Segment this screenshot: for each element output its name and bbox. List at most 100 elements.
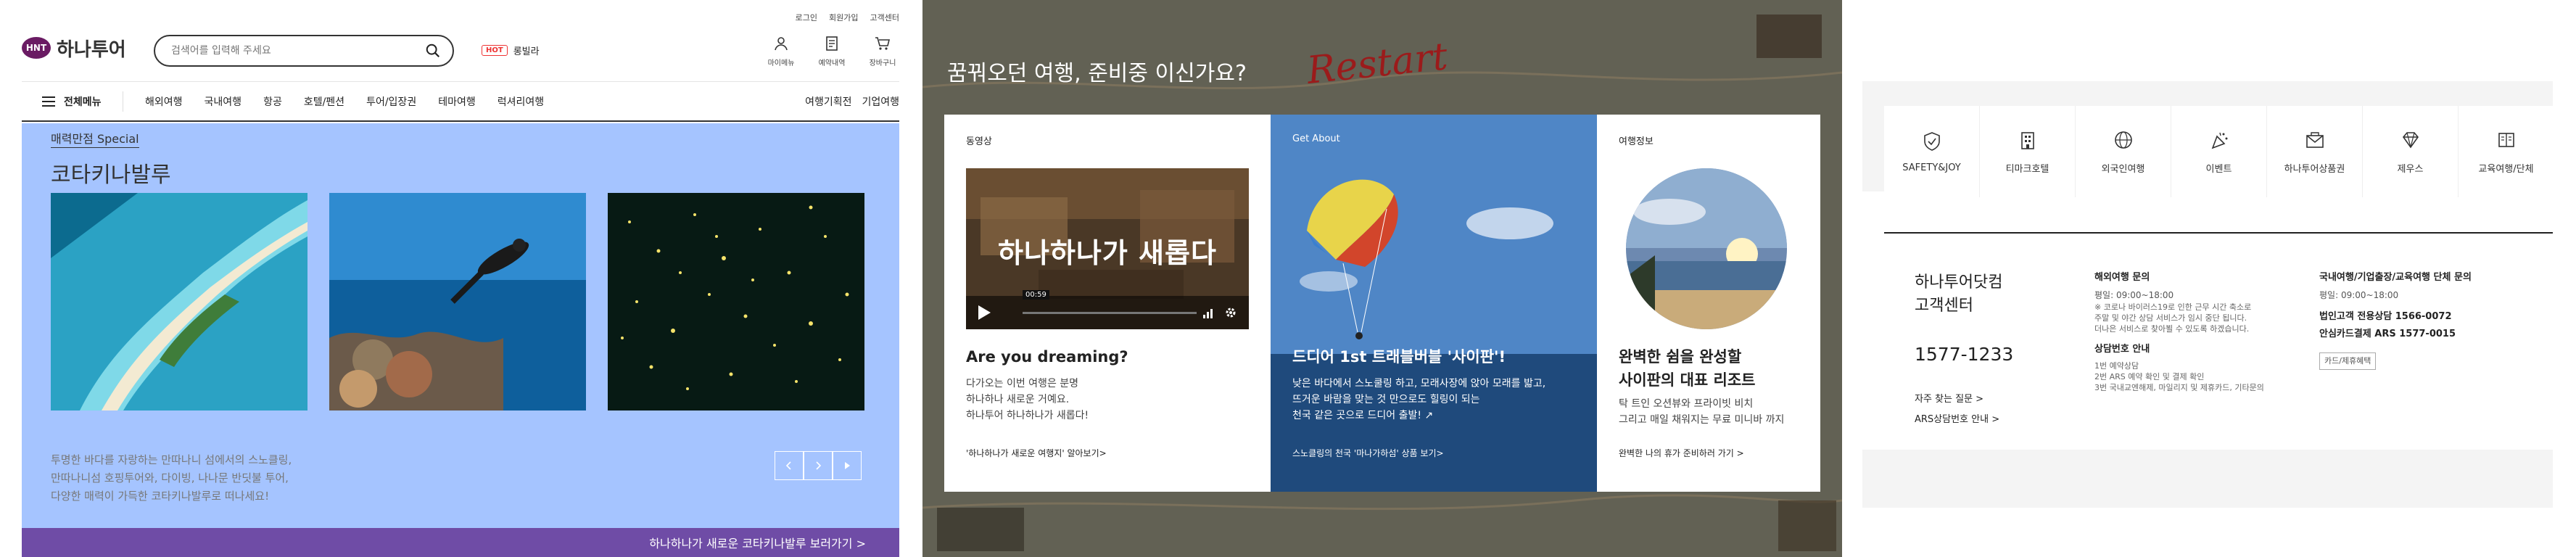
service-safety-joy[interactable]: SAFETY&JOY — [1884, 106, 1980, 197]
hot-link[interactable]: HOT 롱빌라 — [482, 44, 540, 57]
nav-luxury[interactable]: 럭셔리여행 — [498, 94, 544, 109]
customer-center: 하나투어닷컴 고객센터 1577-1233 자주 찾는 질문 > ARS상담번호… — [1915, 271, 2013, 430]
card-link[interactable]: '하나하나가 새로운 여행지' 알아보기> — [966, 447, 1107, 459]
card-payment-line: 안심카드결제 ARS 1577-0015 — [2319, 329, 2456, 339]
cs-title-line: 하나투어닷컴 — [1915, 273, 2003, 292]
ars-link[interactable]: ARS상담번호 안내 > — [1915, 410, 2013, 430]
utility-links: 로그인 회원가입 고객센터 — [796, 12, 899, 23]
service-event[interactable]: 이벤트 — [2171, 106, 2267, 197]
video-card[interactable]: 동영상 하나하나가 새롭다 00:59 Are you dreaming? 다가 — [944, 115, 1271, 492]
resort-card[interactable]: 여행정보 완벽한 쉼을 완성할 사이판의 대표 리조트 탁 트인 오션뷰와 프라… — [1597, 115, 1820, 492]
card-desc-line: 하나하나 새로운 거예요. — [966, 394, 1070, 405]
customer-center-link[interactable]: 고객센터 — [870, 12, 899, 23]
consult-line: 1번 예약상담 — [2094, 361, 2139, 371]
play-icon[interactable] — [976, 304, 992, 321]
chevron-left-icon — [785, 461, 791, 470]
site-logo[interactable]: HNT 하나투어 — [22, 33, 126, 62]
card-title: 완벽한 쉼을 완성할 사이판의 대표 리조트 — [1619, 345, 1756, 392]
reservations-button[interactable]: 예약내역 — [815, 35, 849, 67]
envelope-icon — [2305, 131, 2324, 148]
nav-corporate[interactable]: 기업여행 — [862, 94, 899, 109]
cart-button[interactable]: 장바구니 — [866, 35, 899, 67]
my-menu-button[interactable]: 마이메뉴 — [764, 35, 798, 67]
video-title: 하나하나가 새롭다 — [998, 237, 1217, 269]
user-icon — [775, 37, 788, 51]
nav-tour[interactable]: 투어/입장권 — [366, 94, 416, 109]
footer-panel: SAFETY&JOY 티마크호텔 외국인여행 이벤트 하나투어상품권 제우스 교… — [1862, 0, 2553, 557]
promo-desc-line: 만따나니섬 호핑투어와, 다이빙, 나나문 반딧불 투어, — [51, 471, 289, 484]
video-player[interactable]: 하나하나가 새롭다 00:59 — [966, 168, 1249, 329]
card-desc-line: 천국 같은 곳으로 드디어 출발! ↗ — [1292, 410, 1434, 421]
domestic-hours: 평일: 09:00~18:00 — [2319, 290, 2399, 300]
card-link[interactable]: 완벽한 나의 휴가 준비하러 가기 > — [1619, 447, 1744, 459]
corporate-line: 법인고객 전용상담 1566-0072 — [2319, 311, 2452, 322]
cart-icon — [875, 37, 891, 50]
nav-overseas[interactable]: 해외여행 — [145, 94, 183, 109]
nav-hotel[interactable]: 호텔/펜션 — [304, 94, 344, 109]
feature-heading: 꿈꿔오던 여행, 준비중 이신가요? — [947, 61, 1247, 86]
my-menu-label: 마이메뉴 — [767, 59, 795, 67]
footer-bottom-band — [1862, 450, 2553, 508]
parasail-photo — [1271, 115, 1597, 492]
book-icon — [2498, 132, 2514, 147]
card-desc-line: 탁 트인 오션뷰와 프라이빗 비치 — [1619, 398, 1754, 410]
card-description: 탁 트인 오션뷰와 프라이빗 비치 그리고 매일 채워지는 무료 미니바 까지 — [1619, 396, 1784, 428]
quick-icons: 마이메뉴 예약내역 장바구니 — [764, 35, 899, 67]
all-menu-button[interactable]: 전체메뉴 — [22, 91, 123, 112]
card-description: 낮은 바다에서 스노쿨링 하고, 모래사장에 앉아 모래를 밟고, 뜨거운 바람… — [1292, 376, 1545, 424]
signup-link[interactable]: 회원가입 — [829, 12, 858, 23]
volume-icon[interactable] — [1202, 306, 1215, 319]
promo-cta-bar[interactable]: 하나하나가 새로운 코타키나발루 보러가기 > — [22, 528, 899, 557]
customer-center-links: 자주 찾는 질문 > ARS상담번호 안내 > — [1915, 389, 2013, 430]
nav-theme[interactable]: 테마여행 — [438, 94, 476, 109]
globe-icon — [2114, 131, 2132, 149]
domestic-inquiry: 국내여행/기업출장/교육여행 단체 문의 평일: 09:00~18:00 법인고… — [2319, 271, 2472, 370]
gear-icon[interactable] — [1224, 306, 1237, 319]
document-icon — [826, 36, 838, 51]
login-link[interactable]: 로그인 — [796, 12, 817, 23]
card-link[interactable]: 스노클링의 천국 '마나가하섬' 상품 보기> — [1292, 447, 1444, 459]
service-gift-card[interactable]: 하나투어상품권 — [2267, 106, 2363, 197]
card-title-line: 사이판의 대표 리조트 — [1619, 371, 1756, 389]
hamburger-icon — [42, 96, 55, 107]
consult-lines: 1번 예약상담 2번 ARS 예약 확인 및 결제 확인 3번 국내교엔해제, … — [2094, 360, 2264, 393]
nav-flight[interactable]: 항공 — [263, 94, 282, 109]
diamond-icon — [2402, 131, 2419, 148]
search-input[interactable] — [171, 45, 416, 57]
service-tmark-hotel[interactable]: 티마크호텔 — [1980, 106, 2076, 197]
faq-link[interactable]: 자주 찾는 질문 > — [1915, 389, 2013, 410]
saipan-card[interactable]: Get About 드디어 1st 트래블버블 '사이판'! 낮은 바다에서 스… — [1271, 115, 1597, 492]
chevron-right-icon — [816, 461, 822, 470]
promo-photo-fireflies[interactable] — [608, 193, 864, 410]
carousel-next-button[interactable] — [804, 451, 833, 480]
carousel-prev-button[interactable] — [775, 451, 804, 480]
service-label: 제우스 — [2397, 163, 2424, 175]
video-time: 00:59 — [1023, 290, 1049, 300]
service-zeus[interactable]: 제우스 — [2363, 106, 2459, 197]
promo-photo-diver[interactable] — [329, 193, 586, 410]
service-foreigner-travel[interactable]: 외국인여행 — [2076, 106, 2171, 197]
promo-photo-island[interactable] — [51, 193, 307, 410]
search-icon[interactable] — [425, 43, 441, 59]
promo-tag[interactable]: 매력만점 Special — [51, 129, 139, 148]
service-label: SAFETY&JOY — [1902, 162, 1961, 173]
gnb-right: 여행기획전 기업여행 — [805, 94, 899, 109]
consult-line: 2번 ARS 예약 확인 및 결제 확인 — [2094, 372, 2205, 381]
service-label: 티마크호텔 — [2005, 163, 2049, 175]
service-education-group[interactable]: 교육여행/단체 — [2459, 106, 2553, 197]
card-title: 드디어 1st 트래블버블 '사이판'! — [1292, 345, 1506, 368]
overseas-inquiry: 해외여행 문의 평일: 09:00~18:00 ※ 코로나 바이러스19로 인한… — [2094, 271, 2264, 393]
video-progress[interactable] — [1023, 312, 1197, 314]
carousel-play-button[interactable] — [833, 451, 862, 480]
service-label: 교육여행/단체 — [2478, 163, 2534, 175]
nav-domestic[interactable]: 국내여행 — [205, 94, 242, 109]
service-shortcuts: SAFETY&JOY 티마크호텔 외국인여행 이벤트 하나투어상품권 제우스 교… — [1884, 106, 2553, 197]
video-controls: 00:59 — [966, 290, 1249, 329]
nav-exhibition[interactable]: 여행기획전 — [805, 94, 851, 109]
overseas-heading: 해외여행 문의 — [2094, 272, 2150, 283]
gnb-items: 해외여행 국내여행 항공 호텔/펜션 투어/입장권 테마여행 럭셔리여행 — [145, 94, 544, 109]
cart-label: 장바구니 — [869, 59, 896, 67]
promo-title: 코타키나발루 — [51, 162, 171, 188]
service-label: 외국인여행 — [2101, 163, 2145, 175]
card-benefit-button[interactable]: 카드/제휴혜택 — [2319, 352, 2377, 370]
